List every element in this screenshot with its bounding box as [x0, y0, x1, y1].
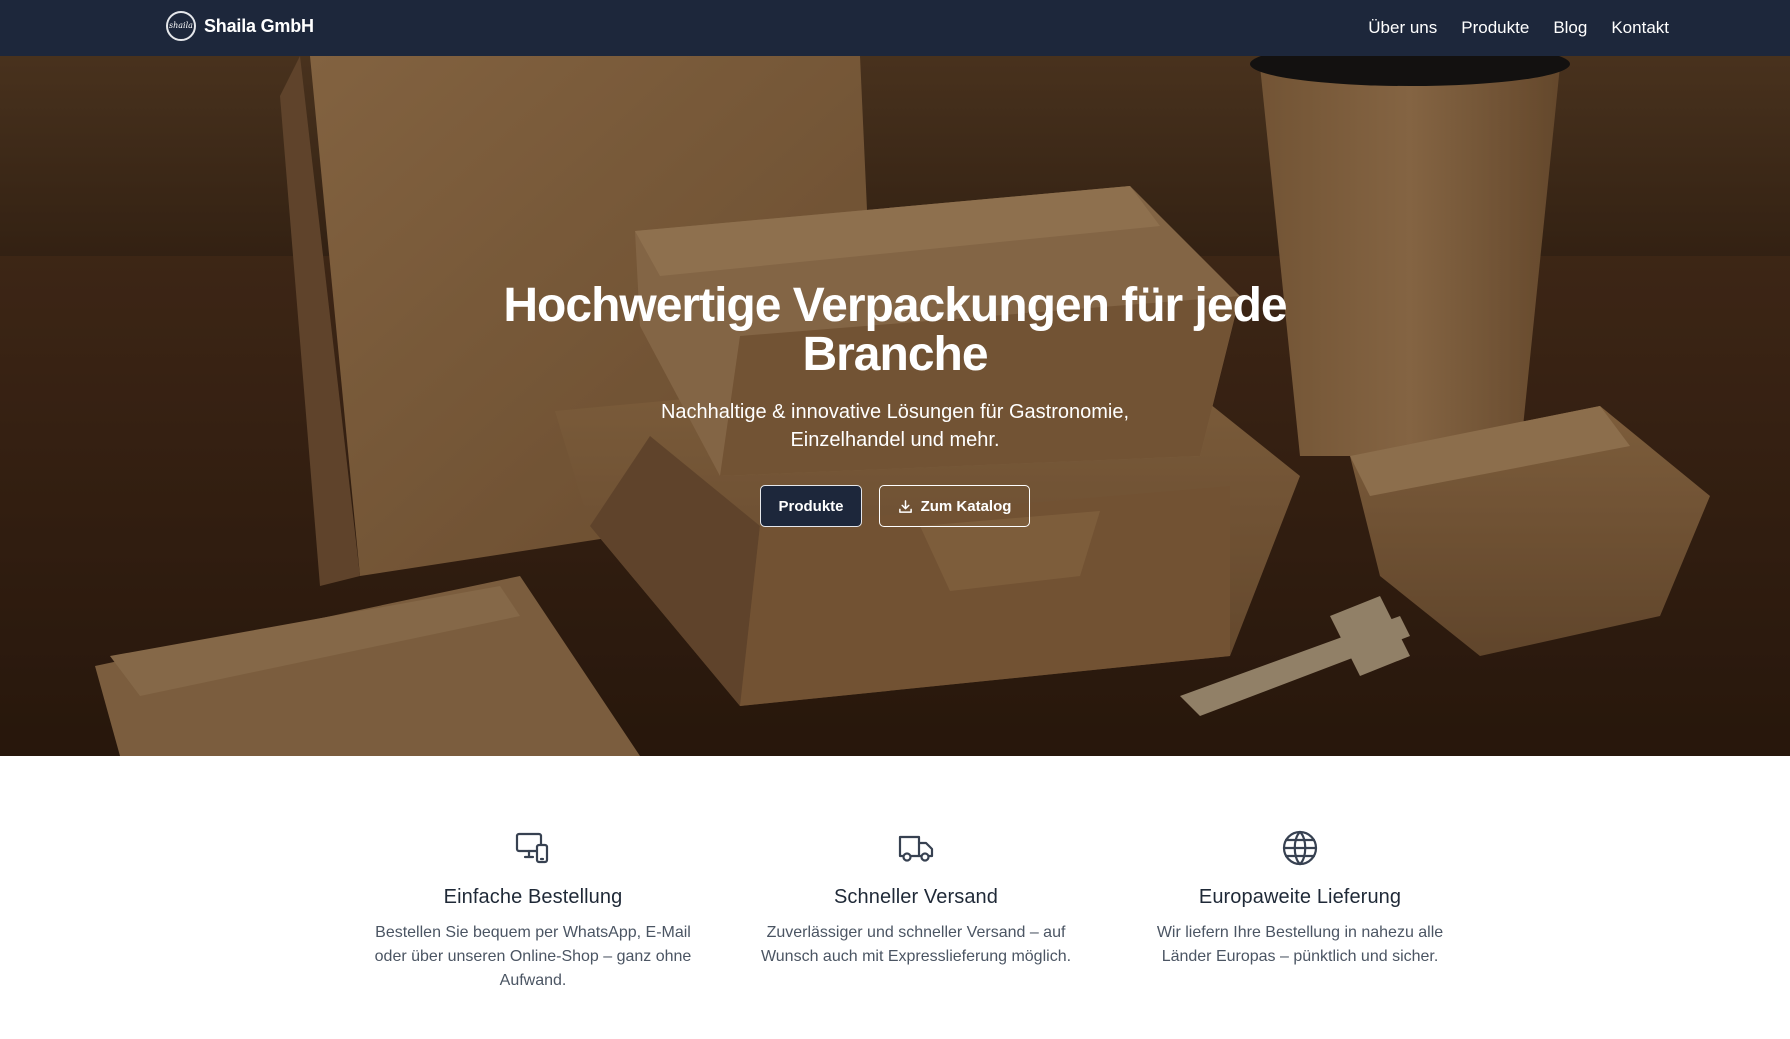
- hero-title: Hochwertige Verpackungen für jede Branch…: [503, 279, 1287, 381]
- truck-icon: [898, 835, 934, 862]
- navbar: shaila Shaila GmbH Über uns Produkte Blo…: [0, 0, 1790, 56]
- feature-text: Bestellen Sie bequem per WhatsApp, E-Mai…: [374, 924, 692, 989]
- brand-logo: shaila: [166, 11, 196, 41]
- feature-title: Europaweite Lieferung: [1198, 886, 1402, 908]
- feature-einfache-bestellung: Einfache Bestellung Bestellen Sie bequem…: [373, 756, 693, 993]
- hero-content: Hochwertige Verpackungen für jede Branch…: [0, 56, 1790, 756]
- feature-title: Einfache Bestellung: [443, 886, 623, 908]
- nav-item: Produkte: [1461, 18, 1529, 38]
- nav-link-kontakt[interactable]: Kontakt: [1611, 18, 1669, 37]
- nav-link-ueber-uns[interactable]: Über uns: [1368, 18, 1437, 37]
- nav-item: Kontakt: [1611, 18, 1669, 38]
- nav-item: Über uns: [1368, 18, 1437, 38]
- hero-section: Hochwertige Verpackungen für jede Branch…: [0, 56, 1790, 756]
- zum-katalog-label: Zum Katalog: [920, 497, 1012, 515]
- feature-text: Zuverlässiger und schneller Versand – au…: [760, 924, 1072, 965]
- feature-europaweite-lieferung: Europaweite Lieferung Wir liefern Ihre B…: [1140, 756, 1460, 969]
- nav-link-blog[interactable]: Blog: [1553, 18, 1587, 37]
- nav-item: Blog: [1553, 18, 1587, 38]
- globe-icon: [1282, 830, 1318, 866]
- brand-name: Shaila GmbH: [204, 15, 314, 36]
- feature-text: Wir liefern Ihre Bestellung in nahezu al…: [1156, 924, 1444, 965]
- nav-link-produkte[interactable]: Produkte: [1461, 18, 1529, 37]
- hero-buttons: Produkte Zum Katalog: [0, 485, 1790, 527]
- feature-title: Schneller Versand: [833, 886, 999, 908]
- brand-logo-text: shaila: [169, 21, 193, 30]
- hero-subtitle: Nachhaltige & innovative Lösungen für Ga…: [660, 401, 1130, 451]
- nav-menu: Über uns Produkte Blog Kontakt: [1368, 0, 1669, 56]
- brand-link[interactable]: shaila Shaila GmbH: [166, 11, 314, 41]
- devices-icon: [515, 832, 549, 864]
- features-section: Einfache Bestellung Bestellen Sie bequem…: [0, 756, 1790, 1039]
- zum-katalog-button[interactable]: Zum Katalog: [879, 485, 1030, 527]
- produkte-button[interactable]: Produkte: [760, 485, 862, 527]
- feature-schneller-versand: Schneller Versand Zuverlässiger und schn…: [756, 756, 1076, 969]
- download-icon: [898, 499, 912, 513]
